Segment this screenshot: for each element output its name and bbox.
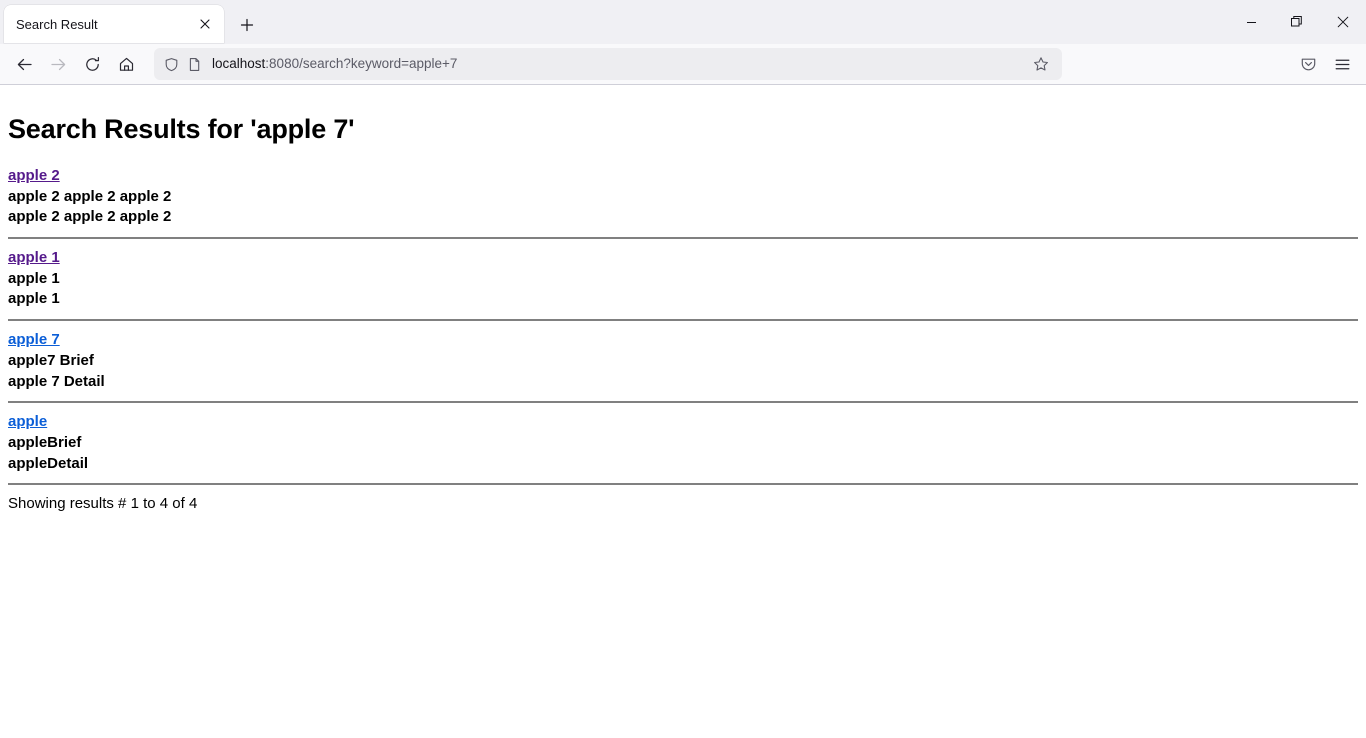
close-icon[interactable]	[194, 13, 216, 35]
search-result-item: apple 1 apple 1 apple 1	[8, 248, 1358, 310]
search-result-brief: apple 2 apple 2 apple 2	[8, 187, 172, 205]
search-result-item: apple appleBrief appleDetail	[8, 412, 1358, 474]
pocket-button[interactable]	[1292, 48, 1324, 80]
back-button[interactable]	[8, 48, 40, 80]
reload-icon	[84, 56, 101, 73]
address-bar-icons	[164, 57, 212, 72]
minimize-icon	[1246, 17, 1257, 28]
tab-title: Search Result	[16, 17, 98, 31]
search-result-brief: apple 1	[8, 269, 60, 287]
result-separator	[8, 237, 1358, 240]
window-close-button[interactable]	[1320, 0, 1366, 44]
bookmark-star-icon[interactable]	[1026, 50, 1056, 78]
search-result-link[interactable]: apple 2	[8, 166, 60, 187]
tab-strip: Search Result	[0, 0, 1366, 44]
address-bar-path: :8080/search?keyword=apple+7	[265, 57, 458, 71]
window-close-icon	[1337, 16, 1349, 28]
result-separator	[8, 319, 1358, 322]
reload-button[interactable]	[76, 48, 108, 80]
address-bar[interactable]: localhost:8080/search?keyword=apple+7	[154, 48, 1062, 80]
app-menu-button[interactable]	[1326, 48, 1358, 80]
search-result-brief: appleBrief	[8, 433, 82, 451]
minimize-button[interactable]	[1228, 0, 1274, 44]
hamburger-menu-icon	[1334, 56, 1351, 73]
search-result-link[interactable]: apple	[8, 412, 47, 433]
restore-icon	[1291, 16, 1303, 28]
pocket-icon	[1300, 56, 1317, 73]
restore-button[interactable]	[1274, 0, 1320, 44]
search-result-detail: apple 7 Detail	[8, 372, 105, 390]
back-arrow-icon	[16, 56, 33, 73]
page-icon[interactable]	[187, 57, 202, 72]
search-result-item: apple 2 apple 2 apple 2 apple 2 apple 2 …	[8, 166, 1358, 228]
home-icon	[118, 56, 135, 73]
address-bar-url[interactable]: localhost:8080/search?keyword=apple+7	[212, 57, 1026, 71]
search-results-list: apple 2 apple 2 apple 2 apple 2 apple 2 …	[8, 166, 1358, 486]
forward-arrow-icon	[50, 56, 67, 73]
browser-tab-search-result[interactable]: Search Result	[4, 5, 224, 43]
search-result-link[interactable]: apple 1	[8, 248, 60, 269]
new-tab-button[interactable]	[232, 10, 262, 40]
plus-icon	[240, 18, 254, 32]
search-result-detail: apple 2 apple 2 apple 2	[8, 208, 172, 226]
results-count-text: Showing results # 1 to 4 of 4	[8, 495, 198, 513]
address-bar-host: localhost	[212, 57, 266, 71]
page-title: Search Results for 'apple 7'	[8, 114, 355, 144]
search-result-detail: apple 1	[8, 290, 60, 308]
shield-icon[interactable]	[164, 57, 179, 72]
forward-button[interactable]	[42, 48, 74, 80]
result-separator	[8, 401, 1358, 404]
page-body: Search Results for 'apple 7' apple 2 app…	[0, 85, 1366, 523]
page-viewport: Search Results for 'apple 7' apple 2 app…	[0, 85, 1366, 738]
toolbar-right-actions	[1284, 48, 1358, 80]
window-controls	[1228, 0, 1366, 44]
navigation-toolbar: localhost:8080/search?keyword=apple+7	[0, 44, 1366, 85]
browser-window: Search Result localhost:8080/search?keyw…	[0, 0, 1366, 738]
search-result-brief: apple7 Brief	[8, 351, 94, 369]
home-button[interactable]	[110, 48, 142, 80]
search-result-link[interactable]: apple 7	[8, 330, 60, 351]
search-result-detail: appleDetail	[8, 454, 89, 472]
search-result-item: apple 7 apple7 Brief apple 7 Detail	[8, 330, 1358, 392]
result-separator	[8, 483, 1358, 486]
